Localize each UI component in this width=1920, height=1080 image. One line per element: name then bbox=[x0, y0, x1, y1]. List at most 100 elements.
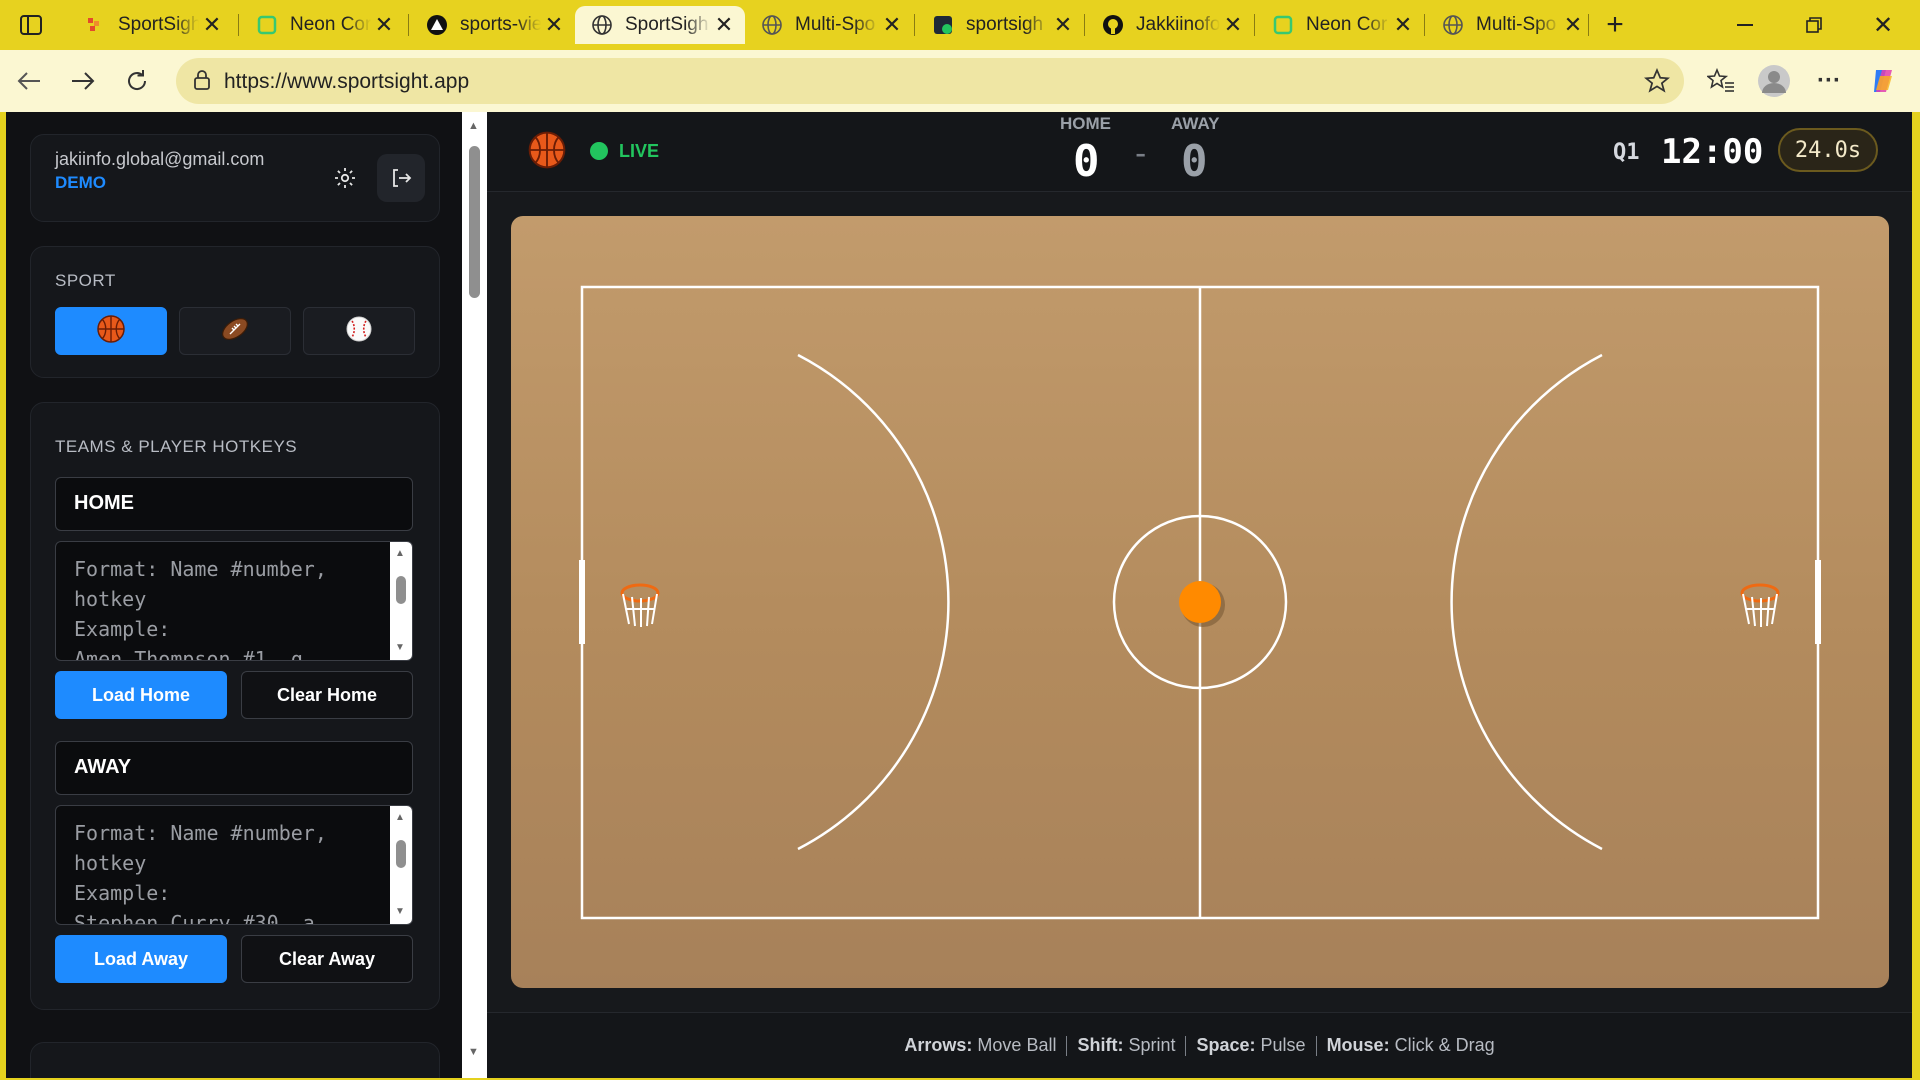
main-area: LIVE HOME 0 - AWAY 0 Q1 12:00 24.0s Arro… bbox=[487, 112, 1912, 1078]
tab-title: sportsigh bbox=[966, 14, 1044, 35]
browser-tab[interactable]: Multi-Spo ✕ bbox=[745, 6, 913, 44]
browser-tab[interactable]: SportSigh ✕ bbox=[68, 6, 233, 44]
control-hint: Mouse: Click & Drag bbox=[1326, 1035, 1495, 1055]
sport-card: SPORT bbox=[30, 246, 440, 378]
away-roster-textarea[interactable]: Format: Name #number, hotkey Example: St… bbox=[55, 805, 413, 925]
browser-tab-active[interactable]: SportSigh ✕ bbox=[575, 6, 745, 44]
neon-favicon-icon bbox=[1270, 12, 1296, 38]
close-tab-icon[interactable]: ✕ bbox=[371, 12, 397, 38]
next-card bbox=[30, 1042, 440, 1078]
restore-icon[interactable] bbox=[1797, 8, 1831, 42]
teams-card: TEAMS & PLAYER HOTKEYS HOME Format: Name… bbox=[30, 402, 440, 1010]
home-roster-scrollbar[interactable]: ▲ ▼ bbox=[390, 542, 412, 660]
logout-icon[interactable] bbox=[377, 154, 425, 202]
home-roster-placeholder: Format: Name #number, hotkey Example: Am… bbox=[74, 557, 327, 661]
app-page: jakiinfo.global@gmail.com DEMO SPORT TEA… bbox=[6, 112, 1912, 1078]
game-clock: 12:00 bbox=[1661, 132, 1764, 172]
control-hint: Shift: Sprint bbox=[1077, 1035, 1176, 1055]
tab-separator bbox=[914, 14, 915, 36]
browser-tab[interactable]: Jakkiinofo ✕ bbox=[1086, 6, 1254, 44]
sidebar-scrollbar[interactable]: ▲ ▼ bbox=[462, 112, 487, 1078]
away-team-name-input[interactable]: AWAY bbox=[55, 741, 413, 795]
football-icon bbox=[219, 313, 251, 350]
tab-separator bbox=[238, 14, 239, 36]
tab-actions-icon[interactable] bbox=[14, 11, 48, 39]
home-score: 0 bbox=[1073, 136, 1100, 187]
close-tab-icon[interactable]: ✕ bbox=[1220, 12, 1246, 38]
close-tab-icon[interactable]: ✕ bbox=[1050, 12, 1076, 38]
new-tab-icon[interactable]: + bbox=[1598, 8, 1632, 42]
close-tab-icon[interactable]: ✕ bbox=[1560, 12, 1586, 38]
favorite-star-icon[interactable] bbox=[1643, 67, 1671, 99]
home-team-name-input[interactable]: HOME bbox=[55, 477, 413, 531]
browser-tab[interactable]: sports-vie ✕ bbox=[410, 6, 575, 44]
home-roster-textarea[interactable]: Format: Name #number, hotkey Example: Am… bbox=[55, 541, 413, 661]
load-away-button[interactable]: Load Away bbox=[55, 935, 227, 983]
away-roster-placeholder: Format: Name #number, hotkey Example: St… bbox=[74, 821, 327, 925]
control-hint: Space: Pulse bbox=[1196, 1035, 1306, 1055]
app-favicon-icon bbox=[930, 12, 956, 38]
close-tab-icon[interactable]: ✕ bbox=[199, 12, 225, 38]
tab-separator bbox=[1588, 14, 1589, 36]
ball-marker bbox=[1179, 581, 1225, 627]
github-icon bbox=[1100, 12, 1126, 38]
sidebar-scrollbar-thumb[interactable] bbox=[469, 146, 480, 298]
settings-gear-icon[interactable] bbox=[321, 154, 369, 202]
tab-title: sports-vie bbox=[460, 14, 541, 35]
globe-icon bbox=[1440, 12, 1466, 38]
account-card: jakiinfo.global@gmail.com DEMO bbox=[30, 134, 440, 222]
back-arrow-icon[interactable] bbox=[12, 64, 46, 98]
load-home-button[interactable]: Load Home bbox=[55, 671, 227, 719]
refresh-icon[interactable] bbox=[120, 64, 154, 98]
more-options-icon[interactable]: ··· bbox=[1812, 64, 1846, 98]
tab-separator bbox=[1254, 14, 1255, 36]
browser-toolbar: https://www.sportsight.app ··· bbox=[0, 50, 1920, 112]
close-window-icon[interactable]: ✕ bbox=[1866, 8, 1900, 42]
close-tab-icon[interactable]: ✕ bbox=[1390, 12, 1416, 38]
sport-basketball-button[interactable] bbox=[55, 307, 167, 355]
sport-baseball-button[interactable] bbox=[303, 307, 415, 355]
site-info-icon[interactable] bbox=[190, 68, 214, 97]
close-tab-icon[interactable]: ✕ bbox=[711, 12, 737, 38]
controls-help-bar: Arrows: Move Ball Shift: Sprint Space: P… bbox=[487, 1012, 1912, 1078]
away-roster-scrollbar[interactable]: ▲ ▼ bbox=[390, 806, 412, 924]
sport-football-button[interactable] bbox=[179, 307, 291, 355]
right-three-point-arc bbox=[1450, 353, 1603, 851]
browser-tab[interactable]: sportsigh ✕ bbox=[916, 6, 1084, 44]
browser-tab[interactable]: Neon Cor ✕ bbox=[1256, 6, 1424, 44]
copilot-icon[interactable] bbox=[1866, 64, 1900, 98]
teams-section-label: TEAMS & PLAYER HOTKEYS bbox=[55, 437, 298, 456]
tab-title: Multi-Spo bbox=[1476, 14, 1557, 35]
home-score-label: HOME bbox=[1060, 114, 1111, 133]
profile-avatar-icon[interactable] bbox=[1757, 64, 1791, 98]
live-status: LIVE bbox=[619, 141, 660, 161]
basketball-logo-icon bbox=[527, 130, 567, 175]
forward-arrow-icon[interactable] bbox=[66, 64, 100, 98]
away-score: 0 bbox=[1181, 136, 1208, 187]
clear-home-button[interactable]: Clear Home bbox=[241, 671, 413, 719]
tab-separator bbox=[408, 14, 409, 36]
tab-separator bbox=[1084, 14, 1085, 36]
minimize-icon[interactable] bbox=[1728, 8, 1762, 42]
close-tab-icon[interactable]: ✕ bbox=[541, 12, 567, 38]
browser-tab[interactable]: Multi-Spo ✕ bbox=[1426, 6, 1594, 44]
favorites-icon[interactable] bbox=[1704, 64, 1738, 98]
account-email: jakiinfo.global@gmail.com bbox=[55, 149, 265, 169]
tab-title: Neon Cor bbox=[290, 14, 371, 35]
clear-away-button[interactable]: Clear Away bbox=[241, 935, 413, 983]
sidebar: jakiinfo.global@gmail.com DEMO SPORT TEA… bbox=[6, 112, 462, 1078]
globe-icon bbox=[759, 12, 785, 38]
scoreboard-bar: LIVE HOME 0 - AWAY 0 Q1 12:00 24.0s bbox=[487, 112, 1912, 192]
browser-tab[interactable]: Neon Cor ✕ bbox=[240, 6, 405, 44]
period-indicator: Q1 bbox=[1613, 140, 1640, 165]
tab-title: Jakkiinofo bbox=[1136, 14, 1220, 35]
address-bar[interactable]: https://www.sportsight.app bbox=[176, 58, 1684, 104]
vercel-favicon-icon bbox=[424, 12, 450, 38]
tab-title: Multi-Spo bbox=[795, 14, 876, 35]
control-hint: Arrows: Move Ball bbox=[904, 1035, 1057, 1055]
tab-title: SportSigh bbox=[625, 14, 709, 35]
neon-favicon-icon bbox=[254, 12, 280, 38]
close-tab-icon[interactable]: ✕ bbox=[879, 12, 905, 38]
basketball-court[interactable] bbox=[511, 216, 1889, 988]
tab-separator bbox=[1424, 14, 1425, 36]
